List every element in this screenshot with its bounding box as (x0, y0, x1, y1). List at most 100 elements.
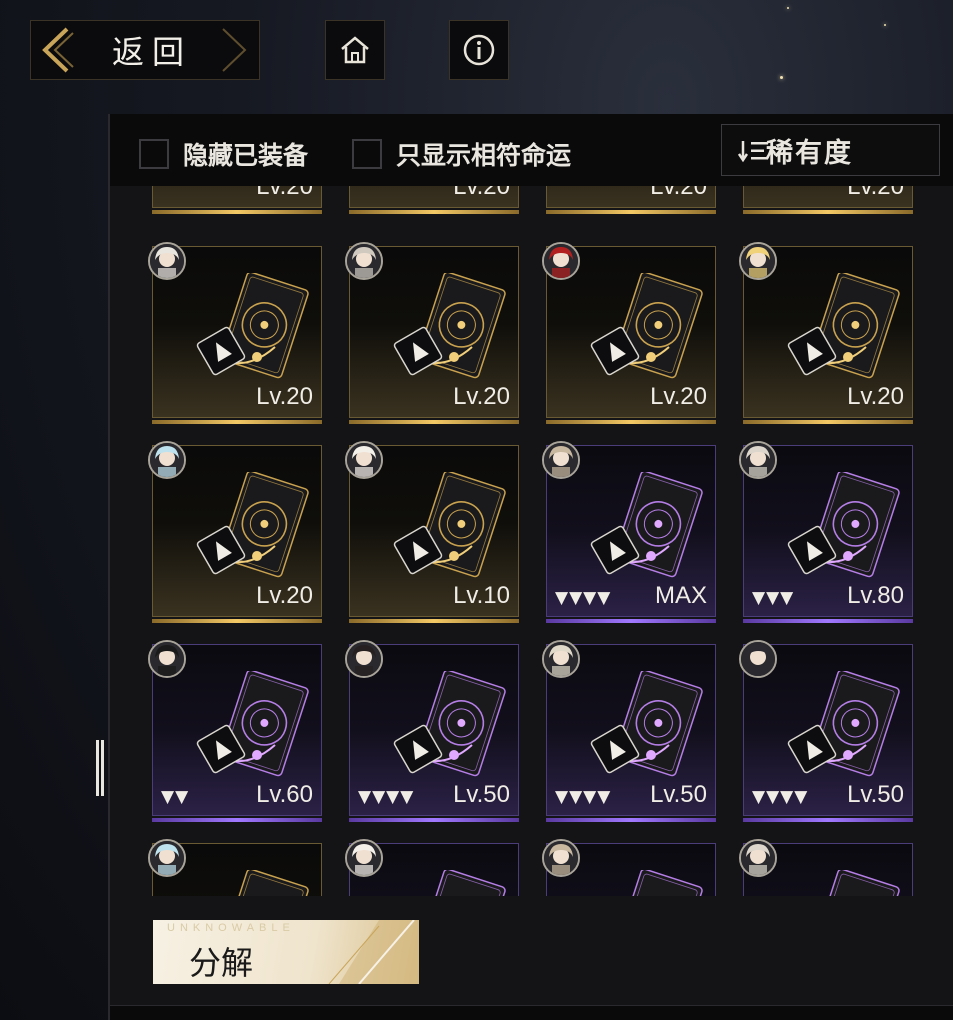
character-avatar (148, 640, 186, 678)
fate-card[interactable] (148, 839, 322, 896)
show-matching-fate-label: 只显示相符命运 (396, 141, 572, 170)
fate-card-art (393, 671, 506, 777)
fate-card-art (811, 870, 900, 896)
decompose-button[interactable]: UNKNOWABLE 分解 (153, 920, 419, 984)
show-matching-fate-toggle[interactable]: 只显示相符命运 (352, 136, 571, 172)
fate-card[interactable]: Lv.20 (349, 186, 519, 214)
fate-card-frame: Lv.20 (152, 186, 322, 208)
fate-card[interactable]: Lv.20 (739, 242, 913, 424)
card-level: MAX (654, 582, 707, 609)
show-matching-fate-checkbox[interactable] (352, 139, 382, 169)
fate-card[interactable]: Lv.80 ▼▼▼ (739, 441, 913, 623)
info-icon (463, 34, 495, 66)
card-rank-marks: ▼▼▼▼ (555, 787, 612, 807)
info-button[interactable] (449, 20, 509, 80)
rarity-bar (349, 619, 519, 623)
fate-card[interactable]: Lv.20 (148, 441, 322, 623)
decompose-sublabel: UNKNOWABLE (167, 922, 295, 934)
card-level: Lv.50 (453, 781, 510, 808)
filter-bar: 隐藏已装备 只显示相符命运 稀有度 (110, 114, 953, 186)
rarity-bar (743, 619, 913, 623)
character-avatar (148, 242, 186, 280)
character-avatar (148, 839, 186, 877)
card-rank-marks: ▼▼▼▼ (555, 588, 612, 608)
fate-card-art (393, 273, 506, 379)
home-button[interactable] (325, 20, 385, 80)
fate-card[interactable]: Lv.20 (148, 242, 322, 424)
card-level: Lv.20 (650, 186, 707, 200)
rarity-bar (152, 619, 322, 623)
hide-equipped-toggle[interactable]: 隐藏已装备 (139, 136, 308, 172)
character-avatar (542, 441, 580, 479)
rarity-bar (743, 210, 913, 214)
fate-card-art (787, 273, 900, 379)
card-level: Lv.20 (847, 383, 904, 410)
fate-card-art (220, 870, 309, 896)
fate-card[interactable]: Lv.50 ▼▼▼▼ (345, 640, 519, 822)
back-button[interactable]: 返回 (30, 20, 260, 80)
fate-card[interactable] (542, 839, 716, 896)
card-level: Lv.80 (847, 582, 904, 609)
fate-card-art (196, 472, 309, 578)
card-level: Lv.50 (847, 781, 904, 808)
fate-card[interactable]: Lv.10 (345, 441, 519, 623)
sort-button[interactable]: 稀有度 (721, 124, 940, 176)
card-level: Lv.20 (847, 186, 904, 200)
card-rank-marks: ▼▼▼▼ (358, 787, 415, 807)
rarity-bar (546, 818, 716, 822)
card-level: Lv.20 (453, 383, 510, 410)
card-grid: Lv.20 Lv.20 Lv.20 Lv.20 Lv.20 Lv.20 Lv.2… (110, 186, 953, 896)
fate-card-frame: Lv.20 (743, 186, 913, 208)
card-level: Lv.10 (453, 582, 510, 609)
background-star (787, 7, 789, 9)
character-avatar (148, 441, 186, 479)
background-star (884, 24, 886, 26)
fate-card[interactable]: MAX ▼▼▼▼ (542, 441, 716, 623)
fate-card-art (787, 472, 900, 578)
rarity-bar (152, 818, 322, 822)
rarity-bar (349, 210, 519, 214)
card-rank-marks: ▼▼ (161, 787, 190, 807)
card-level: Lv.20 (256, 582, 313, 609)
fate-card[interactable]: Lv.50 ▼▼▼▼ (542, 640, 716, 822)
character-avatar (345, 441, 383, 479)
sort-label: 稀有度 (766, 137, 853, 169)
fate-card-frame: Lv.20 (349, 186, 519, 208)
fate-card[interactable]: Lv.60 ▼▼ (148, 640, 322, 822)
fate-card[interactable]: Lv.50 ▼▼▼▼ (739, 640, 913, 822)
fate-card[interactable]: Lv.20 (345, 242, 519, 424)
fate-card[interactable]: Lv.20 (542, 242, 716, 424)
card-level: Lv.60 (256, 781, 313, 808)
character-avatar (739, 640, 777, 678)
status-strip (110, 1005, 953, 1020)
fate-card[interactable]: Lv.20 (546, 186, 716, 214)
rarity-bar (546, 619, 716, 623)
rarity-bar (152, 420, 322, 424)
fate-card[interactable]: Lv.20 (743, 186, 913, 214)
character-avatar (739, 242, 777, 280)
card-level: Lv.50 (650, 781, 707, 808)
fate-card-art (590, 671, 703, 777)
character-avatar (345, 839, 383, 877)
rarity-bar (349, 420, 519, 424)
rarity-bar (743, 420, 913, 424)
card-level: Lv.20 (453, 186, 510, 200)
background-star (780, 76, 783, 79)
hide-equipped-checkbox[interactable] (139, 139, 169, 169)
fate-card[interactable] (345, 839, 519, 896)
back-label: 返回 (111, 33, 192, 71)
rarity-bar (743, 818, 913, 822)
decompose-decoration-icon (328, 920, 419, 984)
fate-card-art (393, 472, 506, 578)
rarity-bar (546, 420, 716, 424)
character-avatar (739, 839, 777, 877)
card-level: Lv.20 (256, 383, 313, 410)
fate-card[interactable]: Lv.20 (152, 186, 322, 214)
fate-card-art (196, 671, 309, 777)
drawer-handle[interactable] (96, 740, 104, 796)
fate-card-art (590, 273, 703, 379)
chevron-left-icon (42, 27, 74, 73)
fate-card[interactable] (739, 839, 913, 896)
character-avatar (542, 839, 580, 877)
character-avatar (345, 640, 383, 678)
